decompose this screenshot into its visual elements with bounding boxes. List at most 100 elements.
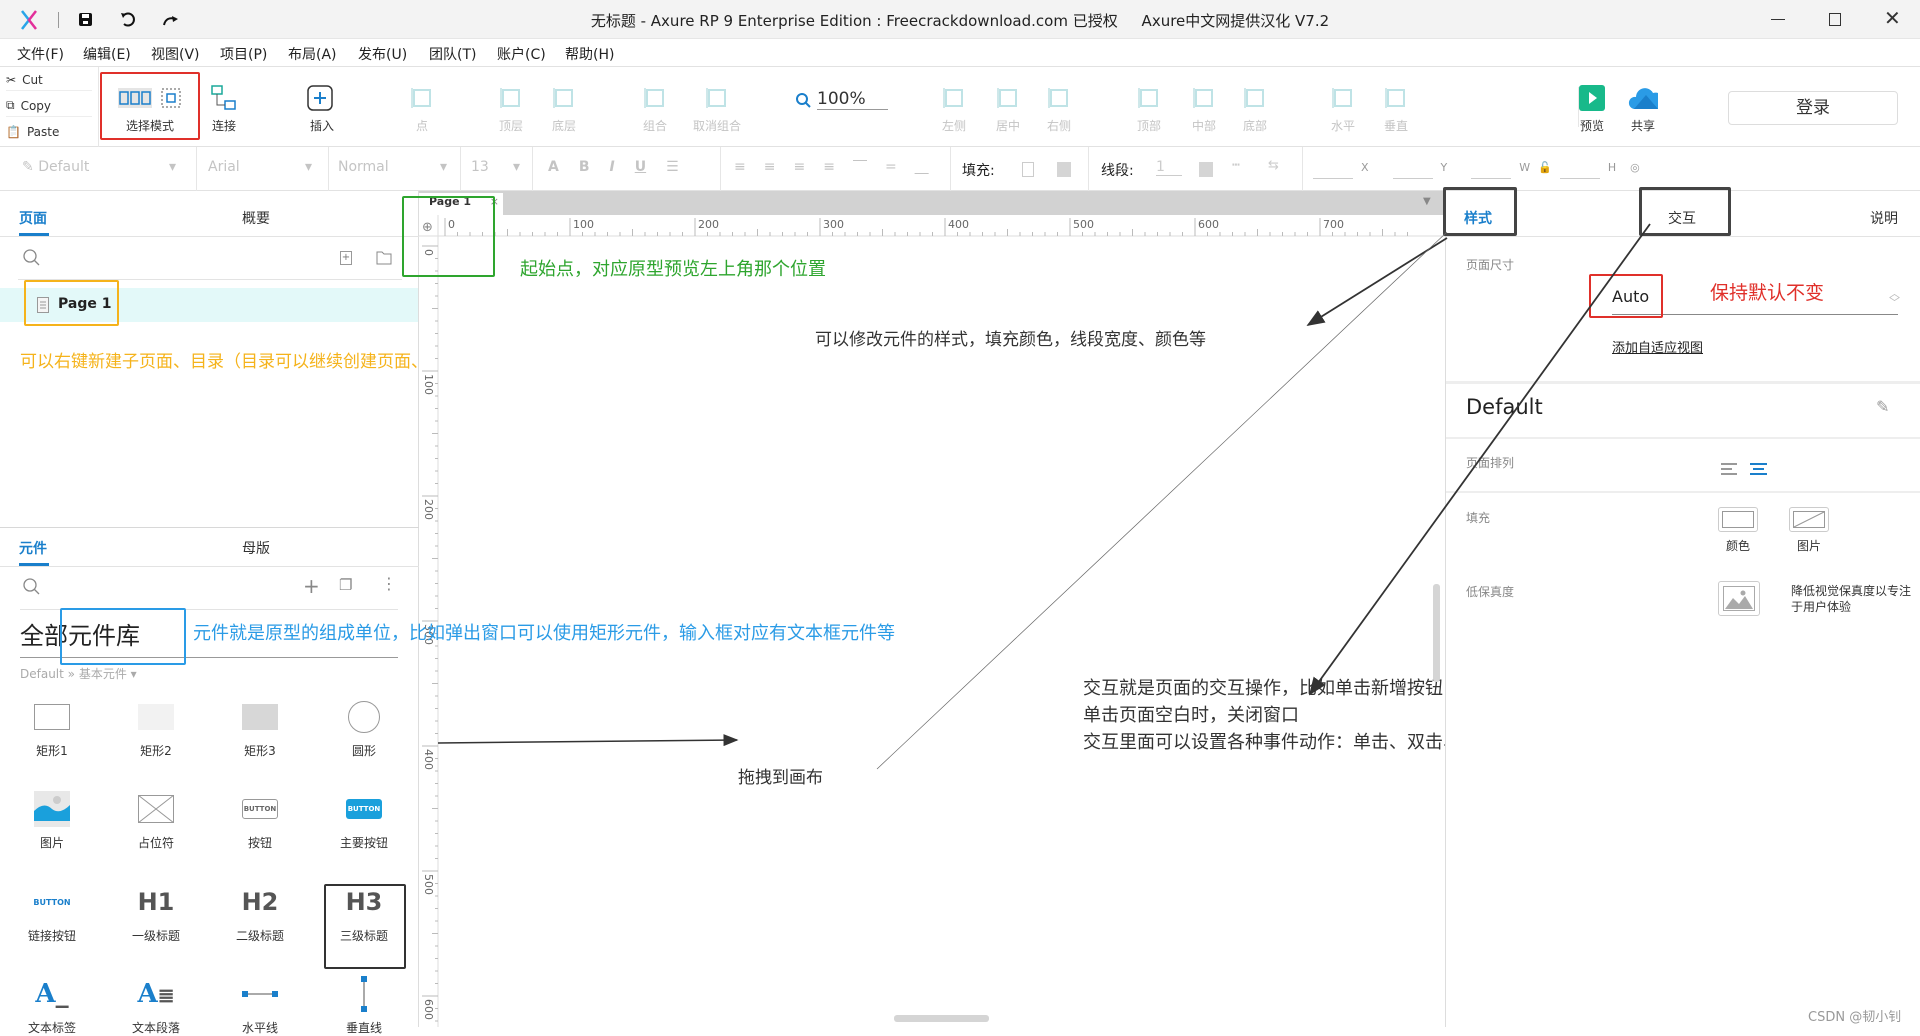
text-align-right-icon[interactable]: ≡ bbox=[793, 159, 805, 175]
toolbar-share-cloud-button[interactable]: 共享 bbox=[1628, 67, 1658, 147]
widget-primary-button[interactable]: BUTTON 主要按钮 bbox=[314, 792, 414, 851]
underline-icon[interactable]: U bbox=[635, 159, 646, 175]
h-input[interactable] bbox=[1559, 161, 1600, 179]
toolbar-send-back-button[interactable]: 底层 bbox=[549, 67, 579, 147]
widget-search-icon[interactable] bbox=[22, 577, 42, 597]
menu-item[interactable]: 发布(U) bbox=[358, 44, 407, 64]
minimize-button[interactable] bbox=[1771, 19, 1785, 20]
vertical-align-bottom-icon[interactable]: ⎽ bbox=[915, 159, 929, 175]
widget-rectangle2[interactable]: 矩形2 bbox=[106, 700, 206, 759]
toolbar-connect-button[interactable]: 连接 bbox=[209, 67, 239, 147]
widget-text-paragraph[interactable]: A≣ 文本段落 bbox=[106, 977, 206, 1036]
zoom-control[interactable]: 100% bbox=[795, 89, 888, 110]
toolbar-align-top-button[interactable]: 顶部 bbox=[1134, 67, 1164, 147]
toolbar-align-left-button[interactable]: 左侧 bbox=[939, 67, 969, 147]
add-library-icon[interactable]: + bbox=[303, 574, 320, 598]
low-fidelity-toggle[interactable] bbox=[1718, 581, 1760, 616]
add-folder-icon[interactable] bbox=[376, 250, 392, 265]
library-breadcrumb[interactable]: Default » 基本元件 ▾ bbox=[20, 665, 137, 682]
w-input[interactable] bbox=[1471, 161, 1512, 179]
toolbar-insert-button[interactable]: 插入 bbox=[307, 67, 337, 147]
tab-outline[interactable]: 概要 bbox=[242, 208, 270, 228]
align-page-left-icon[interactable] bbox=[1720, 462, 1740, 476]
widget-text-label[interactable]: A_ 文本标签 bbox=[2, 977, 102, 1036]
tab-pages[interactable]: 页面 bbox=[19, 208, 47, 228]
vertical-align-middle-icon[interactable]: = bbox=[885, 159, 897, 175]
toolbar-align-bottom-button[interactable]: 底部 bbox=[1240, 67, 1270, 147]
text-justify-icon[interactable]: ≡ bbox=[823, 159, 835, 175]
visibility-eye-icon[interactable]: ◎ bbox=[1630, 161, 1640, 179]
stroke-pattern-icon[interactable]: ┅ bbox=[1232, 158, 1240, 173]
menu-item[interactable]: 账户(C) bbox=[497, 44, 546, 64]
toolbar-point-button[interactable]: 点 bbox=[407, 67, 437, 147]
add-page-icon[interactable]: + bbox=[340, 251, 352, 265]
menu-item[interactable]: 编辑(E) bbox=[83, 44, 131, 64]
widget-image[interactable]: 图片 bbox=[2, 791, 102, 851]
lock-icon[interactable]: 🔓 bbox=[1538, 161, 1552, 179]
edit-style-icon[interactable]: ✎ bbox=[1876, 397, 1889, 416]
toolbar-ungroup-button[interactable]: 取消组合 bbox=[693, 67, 741, 147]
maximize-button[interactable] bbox=[1829, 13, 1841, 26]
login-button[interactable]: 登录 bbox=[1728, 91, 1898, 125]
x-input[interactable] bbox=[1313, 161, 1353, 179]
widget-rectangle1[interactable]: 矩形1 bbox=[2, 700, 102, 759]
more-options-icon[interactable]: ⋮ bbox=[381, 574, 397, 593]
zoom-value[interactable]: 100% bbox=[817, 89, 888, 110]
toolbar-bring-front-button[interactable]: 顶层 bbox=[496, 67, 526, 147]
toolbar-align-center-button[interactable]: 居中 bbox=[993, 67, 1023, 147]
stroke-width-input[interactable]: 1 bbox=[1156, 159, 1182, 176]
tab-overflow-dropdown[interactable]: ▼ bbox=[1423, 196, 1431, 207]
italic-icon[interactable]: I bbox=[610, 159, 615, 175]
stroke-color-swatch[interactable] bbox=[1199, 162, 1213, 177]
copy-button[interactable]: ⧉ Copy bbox=[6, 95, 92, 117]
text-align-center-icon[interactable]: ≡ bbox=[764, 159, 776, 175]
cut-button[interactable]: ✂ Cut bbox=[6, 69, 92, 91]
style-dropdown[interactable]: ✎ Default ▾ bbox=[22, 159, 182, 175]
widget-placeholder[interactable]: 占位符 bbox=[106, 792, 206, 851]
menu-item[interactable]: 帮助(H) bbox=[565, 44, 614, 64]
widget-heading1[interactable]: H1 一级标题 bbox=[106, 885, 206, 944]
paste-button[interactable]: 📋 Paste bbox=[6, 121, 92, 143]
vertical-scrollbar[interactable] bbox=[1433, 584, 1440, 682]
widget-circle[interactable]: 圆形 bbox=[314, 700, 414, 759]
font-size-dropdown[interactable]: 13 ▾ bbox=[471, 159, 526, 175]
toolbar-align-middle-button[interactable]: 中部 bbox=[1189, 67, 1219, 147]
fill-image-button[interactable] bbox=[1789, 507, 1829, 532]
toolbar-preview-button[interactable]: 预览 bbox=[1577, 67, 1607, 147]
menu-item[interactable]: 布局(A) bbox=[288, 44, 337, 64]
search-icon[interactable] bbox=[22, 248, 42, 268]
menu-item[interactable]: 团队(T) bbox=[429, 44, 476, 64]
menu-item[interactable]: 视图(V) bbox=[151, 44, 200, 64]
fill-color-swatch[interactable] bbox=[1022, 162, 1034, 177]
font-dropdown[interactable]: Arial ▾ bbox=[208, 159, 318, 175]
tab-widgets[interactable]: 元件 bbox=[19, 538, 47, 558]
widget-rectangle3[interactable]: 矩形3 bbox=[210, 700, 310, 759]
widget-horizontal-line[interactable]: 水平线 bbox=[210, 977, 310, 1036]
widget-link-button[interactable]: BUTTON 链接按钮 bbox=[2, 885, 102, 944]
toolbar-distribute-horizontal-button[interactable]: 水平 bbox=[1328, 67, 1358, 147]
library-stack-icon[interactable]: ❐ bbox=[339, 576, 352, 594]
text-align-left-icon[interactable]: ≡ bbox=[734, 159, 746, 175]
widget-button[interactable]: BUTTON 按钮 bbox=[210, 792, 310, 851]
widget-vertical-line[interactable]: 垂直线 bbox=[314, 976, 414, 1036]
close-window-button[interactable]: ✕ bbox=[1884, 6, 1901, 30]
align-page-center-icon[interactable] bbox=[1749, 462, 1769, 476]
vertical-align-top-icon[interactable]: ⎺ bbox=[853, 159, 867, 175]
arrow-style-icon[interactable]: ⇆ bbox=[1268, 158, 1279, 173]
fill-shadow-swatch[interactable] bbox=[1057, 162, 1071, 177]
toolbar-align-right-button[interactable]: 右侧 bbox=[1044, 67, 1074, 147]
y-input[interactable] bbox=[1392, 161, 1433, 179]
font-color-icon[interactable]: A bbox=[548, 159, 559, 175]
bold-icon[interactable]: B bbox=[579, 159, 590, 175]
menu-item[interactable]: 项目(P) bbox=[220, 44, 267, 64]
add-adaptive-view-link[interactable]: 添加自适应视图 bbox=[1612, 337, 1703, 356]
font-weight-dropdown[interactable]: Normal ▾ bbox=[338, 159, 453, 175]
toolbar-group-button[interactable]: 组合 bbox=[640, 67, 670, 147]
bullet-list-icon[interactable]: ☰ bbox=[666, 159, 679, 175]
fill-color-button[interactable] bbox=[1718, 507, 1758, 532]
menu-item[interactable]: 文件(F) bbox=[17, 44, 64, 64]
widget-heading2[interactable]: H2 二级标题 bbox=[210, 885, 310, 944]
horizontal-scrollbar[interactable] bbox=[894, 1015, 989, 1022]
tab-notes[interactable]: 说明 bbox=[1870, 208, 1898, 228]
tab-masters[interactable]: 母版 bbox=[242, 538, 270, 558]
